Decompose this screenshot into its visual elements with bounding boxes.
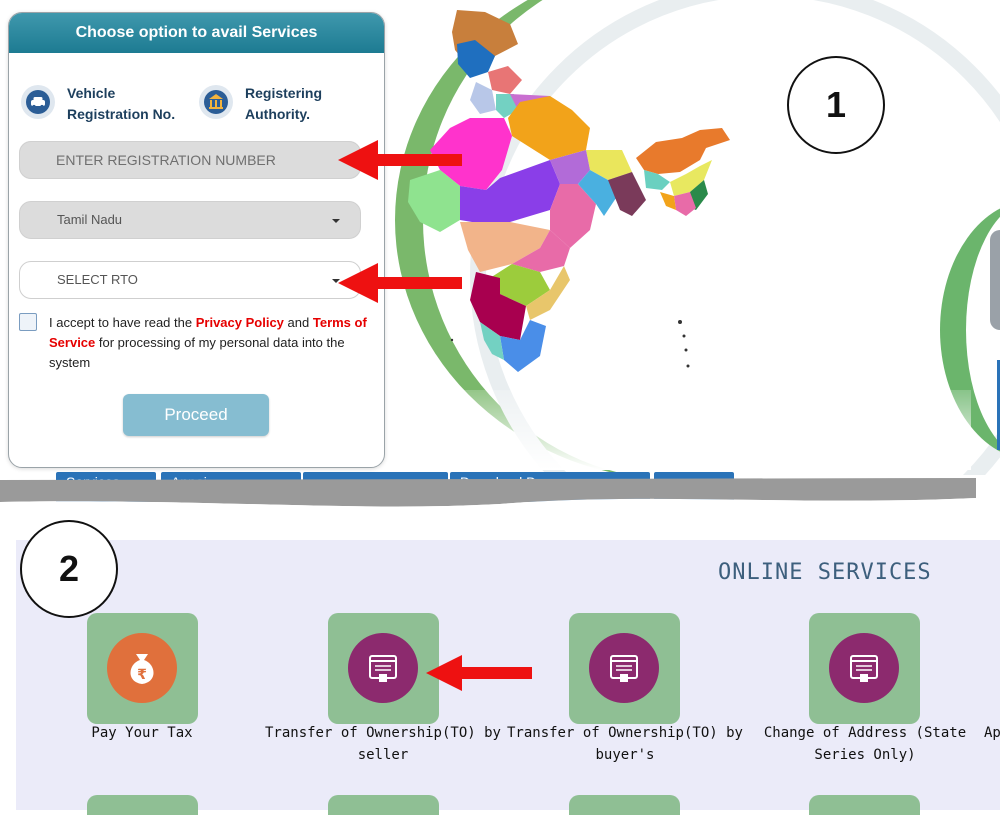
state-select[interactable]: Tamil Nadu (19, 201, 361, 239)
registration-number-input[interactable] (19, 141, 361, 179)
web-form-icon (589, 633, 659, 703)
consent-text: I accept to have read the Privacy Policy… (49, 313, 374, 373)
service-label-partial[interactable]: Ap (984, 722, 1000, 744)
chevron-down-icon (332, 219, 340, 223)
red-arrow-transfer-seller (426, 655, 532, 691)
card-title: Choose option to avail Services (9, 13, 384, 53)
service-tile-row2[interactable] (328, 795, 439, 815)
consent-row: I accept to have read the Privacy Policy… (19, 313, 374, 373)
service-label-transfer-seller[interactable]: Transfer of Ownership(TO) by seller (262, 722, 504, 766)
service-tile-pay-tax[interactable]: ₹ (87, 613, 198, 724)
service-label-transfer-buyer[interactable]: Transfer of Ownership(TO) by buyer's (506, 722, 744, 766)
step-badge-1: 1 (787, 56, 885, 154)
service-tile-row2[interactable] (87, 795, 198, 815)
service-tile-change-address[interactable] (809, 613, 920, 724)
service-tile-transfer-buyer[interactable] (569, 613, 680, 724)
torn-edge-divider (0, 478, 976, 520)
consent-prefix: I accept to have read the (49, 315, 193, 330)
web-form-icon (348, 633, 418, 703)
service-tile-row2[interactable] (809, 795, 920, 815)
service-label-pay-tax[interactable]: Pay Your Tax (62, 722, 222, 744)
red-arrow-registration (338, 140, 462, 180)
state-select-value: Tamil Nadu (57, 212, 123, 227)
option-vehicle-label: Vehicle Registration No. (67, 85, 176, 122)
service-tile-transfer-seller[interactable] (328, 613, 439, 724)
rto-select[interactable]: SELECT RTO (19, 261, 361, 299)
step-badge-2: 2 (20, 520, 118, 618)
option-authority-label: Registering Authority. (245, 85, 323, 122)
online-services-title: ONLINE SERVICES (718, 560, 932, 585)
government-building-icon (199, 85, 233, 119)
service-selection-card: Choose option to avail Services Vehicle … (8, 12, 385, 468)
india-map-image (408, 10, 730, 372)
rupee-bag-icon: ₹ (107, 633, 177, 703)
option-registering-authority[interactable]: Registering Authority. (199, 83, 365, 125)
hero-fade (396, 390, 971, 470)
rto-select-value: SELECT RTO (57, 272, 138, 287)
service-label-change-address[interactable]: Change of Address (State Series Only) (760, 722, 970, 766)
web-form-icon (829, 633, 899, 703)
consent-checkbox[interactable] (19, 313, 37, 331)
decor-gray-edge (990, 230, 1000, 330)
car-icon (21, 85, 55, 119)
service-tile-row2[interactable] (569, 795, 680, 815)
red-arrow-rto (338, 263, 462, 303)
option-vehicle-registration[interactable]: Vehicle Registration No. (21, 83, 187, 125)
privacy-policy-link[interactable]: Privacy Policy (196, 315, 284, 330)
svg-text:₹: ₹ (137, 667, 147, 683)
proceed-button[interactable]: Proceed (123, 394, 269, 436)
consent-and: and (287, 315, 310, 330)
